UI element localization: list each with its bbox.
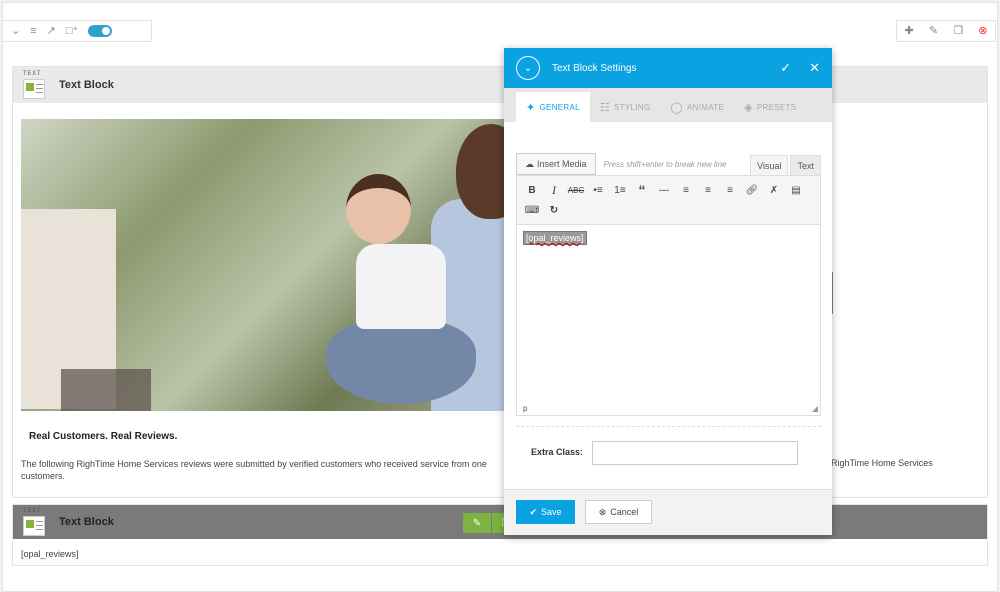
text-block-thumb-icon: TEXT	[23, 70, 49, 100]
dialog-tabs: ✦ GENERAL ☷ STYLING ◯ ANIMATE ◈ PRESETS	[504, 88, 832, 122]
layers-icon: ◈	[744, 101, 753, 114]
tab-styling[interactable]: ☷ STYLING	[590, 92, 661, 122]
dialog-footer: ✔ Save ⊗ Cancel	[504, 489, 832, 535]
caption-text-end: customers.	[21, 471, 66, 481]
chevron-down-icon[interactable]: ⌄	[11, 25, 20, 37]
italic-icon[interactable]: I	[543, 180, 565, 200]
blockquote-icon[interactable]: “	[631, 180, 653, 200]
text-block-1: TEXT Text Block Real Customers. Real Rev…	[12, 66, 988, 498]
tab-general[interactable]: ✦ GENERAL	[516, 92, 590, 122]
bulb-icon: ◯	[670, 101, 684, 114]
tab-presets-label: PRESETS	[756, 102, 797, 112]
tab-text[interactable]: Text	[790, 155, 821, 175]
unlink-icon[interactable]: ✗	[763, 180, 785, 200]
delete-icon[interactable]: ⊗	[978, 25, 987, 37]
cancel-button[interactable]: ⊗ Cancel	[585, 500, 652, 524]
text-block-thumb-icon: TEXT	[23, 507, 49, 537]
editor-content[interactable]: [opal_reviews]	[517, 225, 820, 251]
confirm-check-icon[interactable]: ✓	[780, 60, 791, 76]
text-block-1-title: Text Block	[59, 79, 114, 91]
toolbar-toggle-icon[interactable]: ▤	[785, 180, 807, 200]
save-button[interactable]: ✔ Save	[516, 500, 575, 524]
extra-class-input[interactable]	[592, 441, 798, 465]
insert-media-button[interactable]: ☁ Insert Media	[516, 153, 596, 175]
divider	[516, 426, 821, 427]
text-thumb-label: TEXT	[23, 70, 42, 77]
tab-animate[interactable]: ◯ ANIMATE	[660, 92, 734, 122]
resize-handle-icon[interactable]: ◢	[812, 404, 818, 413]
text-thumb-label: TEXT	[23, 507, 42, 514]
editor-path: p	[523, 404, 528, 413]
text-block-1-header[interactable]: TEXT Text Block	[13, 67, 987, 103]
tab-styling-label: STYLING	[614, 102, 651, 112]
dialog-header: ⌄ Text Block Settings ✓ ✕	[504, 48, 832, 88]
rich-text-editor: ☁ Insert Media Press shift+enter to brea…	[516, 151, 821, 416]
caption-title: Real Customers. Real Reviews.	[29, 431, 178, 442]
row-toggle[interactable]	[88, 25, 113, 37]
text-block-2-content: [opal_reviews]	[21, 549, 79, 559]
strikethrough-icon[interactable]: ABC	[565, 180, 587, 200]
bold-icon[interactable]: B	[521, 180, 543, 200]
align-center-icon[interactable]: ≡	[697, 180, 719, 200]
check-circle-icon: ✔	[529, 506, 538, 517]
link-icon[interactable]: 🔗︎	[741, 180, 763, 200]
numbered-list-icon[interactable]: 1≡	[609, 180, 631, 200]
text-block-settings-dialog: ⌄ Text Block Settings ✓ ✕ ✦ GENERAL ☷ ST…	[504, 48, 832, 535]
editor-top-bar: ☁ Insert Media Press shift+enter to brea…	[516, 151, 821, 175]
move-icon[interactable]: ✚	[905, 25, 914, 37]
caption-text: The following RighTime Home Services rev…	[21, 458, 501, 482]
refresh-icon[interactable]: ↻	[543, 200, 565, 220]
align-left-icon[interactable]: ≡	[675, 180, 697, 200]
edit-icon[interactable]: ✎	[929, 25, 938, 37]
format-toolbar: B I ABC •≡ 1≡ “ — ≡ ≡ ≡ 🔗︎ ✗ ▤ ⌨ ↻	[517, 176, 820, 225]
wand-icon: ✦	[526, 101, 536, 114]
cancel-label: Cancel	[610, 507, 639, 517]
bullet-list-icon[interactable]: •≡	[587, 180, 609, 200]
tab-presets[interactable]: ◈ PRESETS	[734, 92, 806, 122]
insert-media-label: Insert Media	[537, 159, 587, 169]
list-icon[interactable]: ≡	[30, 25, 36, 37]
caption-text-right: RighTime Home Services	[831, 458, 933, 468]
tab-animate-label: ANIMATE	[687, 102, 725, 112]
copy-icon[interactable]: ❐	[953, 25, 963, 37]
export-icon[interactable]: ↗	[47, 25, 56, 37]
tab-general-label: GENERAL	[539, 102, 580, 112]
row-toolbar-right: ✚ ✎ ❐ ⊗	[896, 20, 996, 42]
cancel-circle-icon: ⊗	[598, 506, 607, 517]
caption-text-line: The following RighTime Home Services rev…	[21, 459, 487, 469]
editor-hint: Press shift+enter to break new line	[603, 160, 727, 169]
horizontal-line-icon[interactable]: —	[653, 180, 675, 200]
text-block-2-title: Text Block	[59, 516, 114, 528]
editor-box: B I ABC •≡ 1≡ “ — ≡ ≡ ≡ 🔗︎ ✗ ▤ ⌨ ↻ [opal…	[516, 175, 821, 416]
add-page-icon[interactable]: □⁺	[66, 25, 78, 37]
tab-visual[interactable]: Visual	[750, 155, 789, 175]
keyboard-icon[interactable]: ⌨	[521, 200, 543, 220]
row-toolbar-left: ⌄ ≡ ↗ □⁺	[2, 20, 152, 42]
extra-class-label: Extra Class:	[531, 447, 584, 457]
close-icon[interactable]: ✕	[809, 60, 820, 76]
family-photo	[21, 119, 511, 411]
edit-icon[interactable]: ✎	[463, 513, 491, 533]
shortcode-text[interactable]: [opal_reviews]	[523, 231, 587, 245]
collapse-icon[interactable]: ⌄	[516, 56, 540, 80]
save-label: Save	[541, 507, 562, 517]
media-icon: ☁	[525, 158, 534, 169]
sliders-icon: ☷	[599, 101, 611, 114]
text-block-2: TEXT Text Block ✎ ❐ [opal_reviews]	[12, 504, 988, 566]
align-right-icon[interactable]: ≡	[719, 180, 741, 200]
dialog-title: Text Block Settings	[552, 62, 637, 74]
